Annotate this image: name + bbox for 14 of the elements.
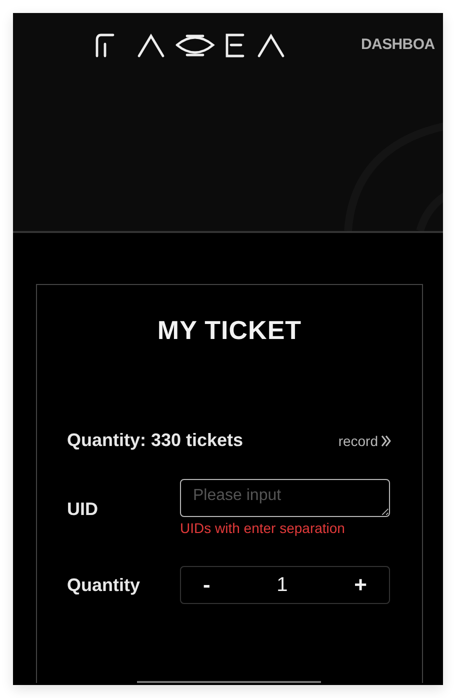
- quantity-label: Quantity: [67, 574, 142, 596]
- quantity-stepper[interactable]: - 1 +: [180, 566, 390, 604]
- increment-button[interactable]: +: [346, 572, 375, 598]
- record-link[interactable]: record: [338, 432, 392, 448]
- uid-hint: UIDs with enter separation: [180, 520, 346, 536]
- decrement-button[interactable]: -: [195, 572, 218, 598]
- double-chevron-icon: [380, 434, 392, 446]
- uid-input-field[interactable]: Please input: [180, 479, 390, 517]
- quantity-value: 1: [276, 574, 288, 596]
- card-title: MY TICKET: [156, 315, 303, 346]
- uid-label: UID: [67, 498, 99, 521]
- ticket-quantity: Quantity: 330 tickets: [67, 430, 244, 451]
- nav-link[interactable]: DASHBOA: [361, 36, 435, 53]
- logo-drawing[interactable]: [95, 32, 285, 58]
